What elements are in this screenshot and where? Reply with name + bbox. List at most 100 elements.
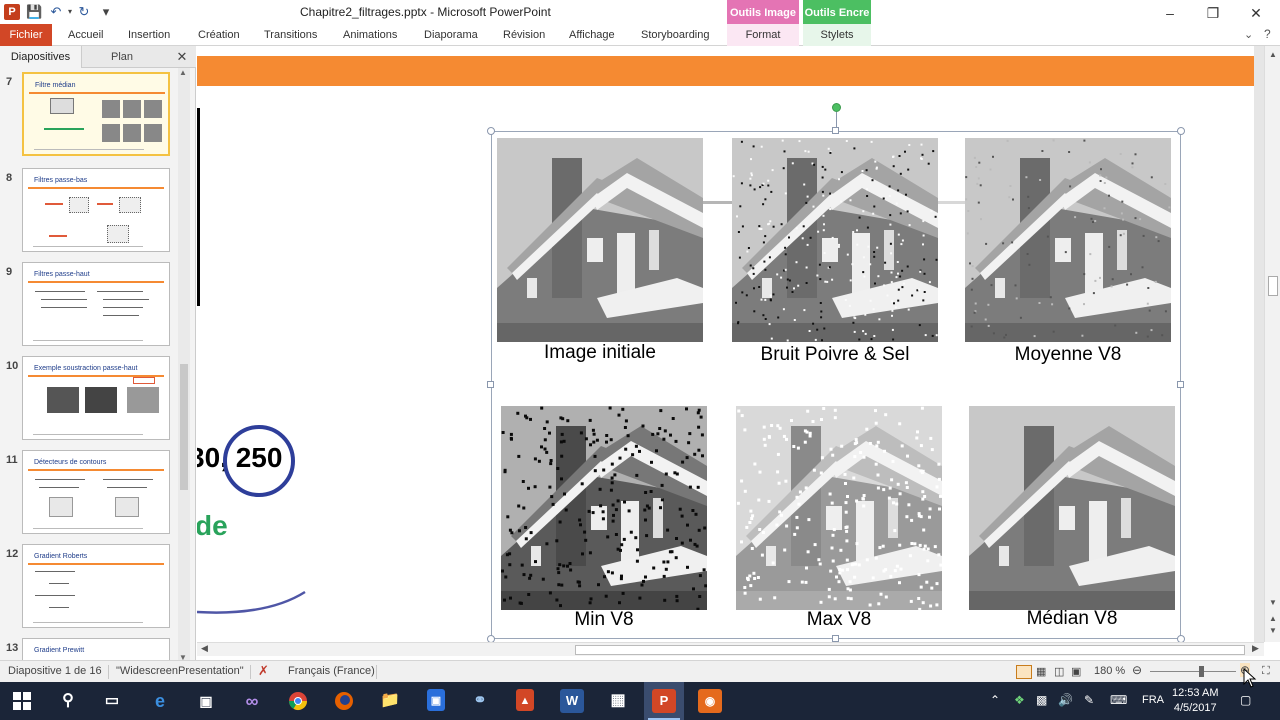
resize-handle-bottom-right[interactable] xyxy=(1177,635,1185,642)
thumbnail[interactable]: Filtres passe-bas xyxy=(22,168,170,252)
task-view-icon[interactable]: ▭ xyxy=(100,689,124,713)
close-button[interactable]: ✕ xyxy=(1236,2,1276,24)
tab-animations[interactable]: Animations xyxy=(343,24,397,46)
resize-handle-right[interactable] xyxy=(1177,381,1184,388)
network-app-icon[interactable]: ⚭ xyxy=(468,689,492,713)
resize-handle-bottom[interactable] xyxy=(832,635,839,642)
redo-icon[interactable]: ↻ xyxy=(76,4,92,20)
scroll-up-icon[interactable]: ▲ xyxy=(1269,50,1277,59)
spellcheck-icon[interactable]: ✗ xyxy=(258,663,269,679)
tab-transitions[interactable]: Transitions xyxy=(264,24,317,46)
next-slide-icon[interactable]: ▼ xyxy=(1269,626,1277,635)
resize-handle-left[interactable] xyxy=(487,381,494,388)
resize-handle-bottom-left[interactable] xyxy=(487,635,495,642)
app-tray-icon[interactable]: ❖ xyxy=(1014,693,1025,707)
slide-horizontal-scrollbar[interactable]: ◀ ▶ xyxy=(197,642,1264,656)
tab-diaporama[interactable]: Diaporama xyxy=(424,24,478,46)
blue-app-icon[interactable]: ▣ xyxy=(427,689,445,711)
scroll-up-icon[interactable]: ▲ xyxy=(179,68,187,77)
scroll-right-icon[interactable]: ▶ xyxy=(1252,643,1259,654)
help-icon[interactable]: ? xyxy=(1264,27,1271,41)
image-cell-moyenne[interactable]: Moyenne V8 xyxy=(965,138,1171,365)
tab-creation[interactable]: Création xyxy=(198,24,240,46)
image-cell-max[interactable]: Max V8 xyxy=(736,406,942,630)
orange-app-icon[interactable]: ▲ xyxy=(516,689,534,711)
slide-thumbnail-9[interactable]: 9 Filtres passe-haut xyxy=(0,262,178,352)
language-status[interactable]: Français (France) xyxy=(288,665,375,677)
system-clock[interactable]: 12:53 AM 4/5/2017 xyxy=(1172,686,1218,716)
notifications-icon[interactable]: ▢ xyxy=(1240,693,1251,707)
reading-view-icon[interactable]: ◫ xyxy=(1054,665,1064,678)
scroll-thumb[interactable] xyxy=(1268,276,1278,296)
firefox-icon[interactable] xyxy=(332,689,356,713)
tab-revision[interactable]: Révision xyxy=(503,24,545,46)
collapse-ribbon-icon[interactable]: ⌄ xyxy=(1244,28,1253,41)
image-cell-median[interactable]: Médian V8 xyxy=(969,406,1175,629)
scroll-down-icon[interactable]: ▼ xyxy=(1269,598,1277,607)
thumbnail[interactable]: Filtres passe-haut xyxy=(22,262,170,346)
tab-plan[interactable]: Plan xyxy=(82,46,162,68)
restore-button[interactable]: ❐ xyxy=(1193,2,1233,24)
slide-thumbnail-10[interactable]: 10 Exemple soustraction passe-haut xyxy=(0,356,178,446)
thumbnail[interactable]: Gradient Prewitt xyxy=(22,638,170,662)
powerpoint-app-icon[interactable]: P xyxy=(4,4,20,20)
zoom-slider[interactable] xyxy=(1150,671,1236,672)
tab-stylets[interactable]: Stylets xyxy=(803,24,871,46)
tab-format[interactable]: Format xyxy=(727,24,799,46)
tab-accueil[interactable]: Accueil xyxy=(68,24,103,46)
thumbnail[interactable]: Détecteurs de contours xyxy=(22,450,170,534)
store-icon[interactable]: ▣ xyxy=(194,689,218,713)
slide-sorter-icon[interactable]: ▦ xyxy=(1036,665,1046,678)
image-cell-min[interactable]: Min V8 xyxy=(501,406,707,630)
slide-thumbnail-12[interactable]: 12 Gradient Roberts xyxy=(0,544,178,634)
scroll-left-icon[interactable]: ◀ xyxy=(201,643,208,654)
orange-square-app-icon[interactable]: ◉ xyxy=(698,689,722,713)
powerpoint-icon[interactable]: P xyxy=(652,689,676,713)
normal-view-icon[interactable] xyxy=(1016,665,1032,679)
thumbnail[interactable]: Gradient Roberts xyxy=(22,544,170,628)
show-hidden-icons[interactable]: ⌃ xyxy=(990,693,1000,707)
tab-insertion[interactable]: Insertion xyxy=(128,24,170,46)
start-icon[interactable] xyxy=(10,689,34,713)
slide-thumbnail-7[interactable]: 7 Filtre médian xyxy=(0,72,178,162)
zoom-out-icon[interactable]: ⊖ xyxy=(1132,663,1142,677)
slide-vertical-scrollbar[interactable]: ▲ ▼ ▲ ▼ xyxy=(1264,46,1280,642)
thumbnail[interactable]: Exemple soustraction passe-haut xyxy=(22,356,170,440)
scroll-thumb[interactable] xyxy=(180,364,188,490)
tab-affichage[interactable]: Affichage xyxy=(569,24,615,46)
fit-to-window-icon[interactable]: ⛶ xyxy=(1262,665,1270,678)
slide-canvas[interactable]: 30, 250 de l Image initiale Bruit Poivre… xyxy=(197,46,1254,642)
image-cell-initiale[interactable]: Image initiale xyxy=(497,138,703,363)
volume-icon[interactable]: 🔊 xyxy=(1058,693,1073,707)
tab-diapositives[interactable]: Diapositives xyxy=(0,46,82,68)
keyboard-icon[interactable]: ⌨ xyxy=(1110,693,1127,707)
resize-handle-top-right[interactable] xyxy=(1177,127,1185,135)
slides-pane-scrollbar[interactable]: ▲ ▼ xyxy=(178,68,190,662)
tab-storyboarding[interactable]: Storyboarding xyxy=(641,24,710,46)
zoom-level[interactable]: 180 % xyxy=(1094,665,1125,677)
zoom-slider-knob[interactable] xyxy=(1199,666,1204,677)
save-icon[interactable]: 💾 xyxy=(26,4,42,20)
tab-fichier[interactable]: Fichier xyxy=(0,24,52,46)
minimize-button[interactable]: – xyxy=(1150,2,1190,24)
visual-studio-icon[interactable]: ∞ xyxy=(240,689,264,713)
edge-icon[interactable]: e xyxy=(148,689,172,713)
search-icon[interactable]: ⚲ xyxy=(56,689,80,713)
slideshow-icon[interactable]: ▣ xyxy=(1071,665,1081,678)
slide-thumbnail-13[interactable]: 13 Gradient Prewitt xyxy=(0,638,178,662)
scroll-thumb[interactable] xyxy=(575,645,1245,655)
previous-slide-icon[interactable]: ▲ xyxy=(1269,614,1277,623)
input-language[interactable]: FRA xyxy=(1142,694,1164,706)
word-icon[interactable]: W xyxy=(560,689,584,713)
slide-thumbnail-8[interactable]: 8 Filtres passe-bas xyxy=(0,168,178,258)
pen-icon[interactable]: ✎ xyxy=(1084,693,1094,707)
network-icon[interactable]: ▩ xyxy=(1036,693,1047,707)
customize-qat-icon[interactable]: ▾ xyxy=(98,4,114,20)
thumbnail[interactable]: Filtre médian xyxy=(22,72,170,156)
slide-number-status[interactable]: Diapositive 1 de 16 xyxy=(8,665,102,677)
chrome-icon[interactable] xyxy=(286,689,310,713)
close-pane-icon[interactable]: ✕ xyxy=(174,49,190,65)
resize-handle-top-left[interactable] xyxy=(487,127,495,135)
slide-thumbnail-11[interactable]: 11 Détecteurs de contours xyxy=(0,450,178,540)
rotation-handle[interactable] xyxy=(832,103,841,112)
